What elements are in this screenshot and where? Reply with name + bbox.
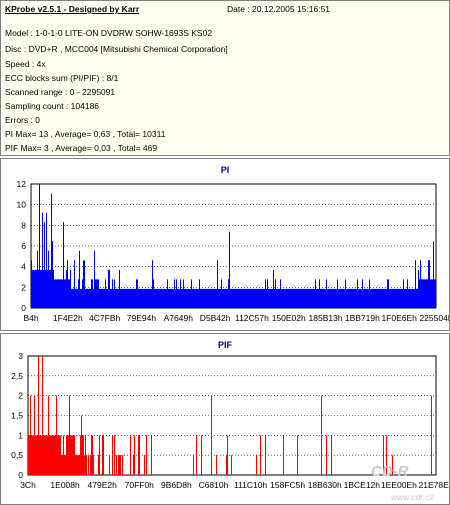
- pi-y-tick-label: 10: [17, 200, 27, 210]
- pif-x-tick-label: 70FF0h: [125, 480, 155, 490]
- pi-chart-title: PI: [220, 165, 230, 175]
- pif-x-tick-label: 21E78Eh: [419, 480, 449, 490]
- pif-y-tick-label: 0: [18, 470, 23, 480]
- pi-x-tick-label: 1F4E2h: [53, 313, 83, 323]
- pi-x-tick-label: A7649h: [164, 313, 194, 323]
- info-pif-stats: PIF Max= 3 , Average= 0,03 , Total= 469: [5, 143, 158, 153]
- watermark-url: www.cdr.cz: [391, 492, 434, 502]
- pif-x-tick-label: C6810h: [199, 480, 229, 490]
- watermark-logo: CD-R: [371, 463, 409, 480]
- pi-x-tick-label: B4h: [23, 313, 38, 323]
- pif-x-tick-label: 1BCE12h: [344, 480, 381, 490]
- pi-x-tick-label: D5B42h: [200, 313, 231, 323]
- info-disc: Disc : DVD+R , MCC004 [Mitsubishi Chemic…: [5, 44, 228, 54]
- pif-y-tick-label: 3: [18, 351, 23, 361]
- info-model: Model : 1-0-1-0 LITE-ON DVDRW SOHW-1693S…: [5, 28, 213, 38]
- pi-x-tick-label: 112C57h: [235, 313, 269, 323]
- pif-x-tick-label: 479E2h: [88, 480, 118, 490]
- pi-y-tick-label: 4: [21, 262, 26, 272]
- pi-y-tick-label: 2: [21, 282, 26, 292]
- info-range: Scanned range : 0 - 2295091: [5, 87, 116, 97]
- pi-x-tick-label: 79E94h: [127, 313, 157, 323]
- app-title: KProbe v2.5.1 - Designed by Karr: [5, 4, 140, 14]
- pi-y-tick-label: 8: [21, 220, 26, 230]
- pif-x-tick-label: 18B630h: [308, 480, 342, 490]
- pif-x-tick-label: 3Ch: [20, 480, 36, 490]
- info-panel: KProbe v2.5.1 - Designed by Karr Date : …: [0, 0, 450, 156]
- pif-y-tick-label: 2: [18, 391, 23, 401]
- pif-chart-panel: 0 0,5 1 1,5 2 2,5 3 3Ch 1E008h 479E2h 70FF0h 9B6D8h…: [0, 333, 450, 505]
- pi-x-tick-label: 185B13h: [309, 313, 343, 323]
- pif-y-tick-label: 1: [18, 430, 23, 440]
- pif-x-tick-label: 1E008h: [50, 480, 80, 490]
- pi-x-tick-label: 225504h: [419, 313, 449, 323]
- info-sampling: Sampling count : 104186: [5, 101, 100, 111]
- pi-y-tick-label: 12: [17, 179, 27, 189]
- pi-y-tick-label: 0: [21, 303, 26, 313]
- pif-y-tick-label: 1,5: [11, 411, 23, 421]
- scan-date: Date : 20.12.2005 15:16:51: [227, 4, 331, 14]
- pif-chart-title: PIF: [217, 340, 232, 350]
- pi-x-tick-label: 1F0E6Eh: [381, 313, 417, 323]
- info-ecc: ECC blocks sum (PI/PIF) : 8/1: [5, 73, 119, 83]
- pif-x-tick-label: 111C10h: [234, 480, 268, 490]
- info-speed: Speed : 4x: [5, 59, 46, 69]
- pi-x-tick-label: 1BB719h: [345, 313, 380, 323]
- pif-x-tick-label: 158FC5h: [270, 480, 305, 490]
- pi-x-tick-label: 4C7FBh: [89, 313, 120, 323]
- pif-x-tick-label: 1EE00Eh: [381, 480, 417, 490]
- pif-chart: 0 0,5 1 1,5 2 2,5 3 3Ch 1E008h 479E2h 70FF0h 9B6D8h…: [11, 351, 449, 502]
- info-errors: Errors : 0: [5, 115, 40, 125]
- pi-chart: 0 2 4 6 8 10 12 B4h 1F4E2h 4C7FBh 79E94h A7649h D5B4…: [17, 179, 449, 323]
- pif-y-tick-label: 0,5: [11, 450, 23, 460]
- info-pi-stats: PI Max= 13 , Average= 0,63 , Total= 1031…: [5, 129, 166, 139]
- pi-x-tick-label: 150E02h: [272, 313, 306, 323]
- pi-y-tick-label: 6: [21, 241, 26, 251]
- pi-chart-panel: 0 2 4 6 8 10 12 B4h 1F4E2h 4C7FBh 79E94h A7649h D5B4…: [0, 158, 450, 331]
- pif-x-tick-label: 9B6D8h: [161, 480, 192, 490]
- pif-y-tick-label: 2,5: [11, 371, 23, 381]
